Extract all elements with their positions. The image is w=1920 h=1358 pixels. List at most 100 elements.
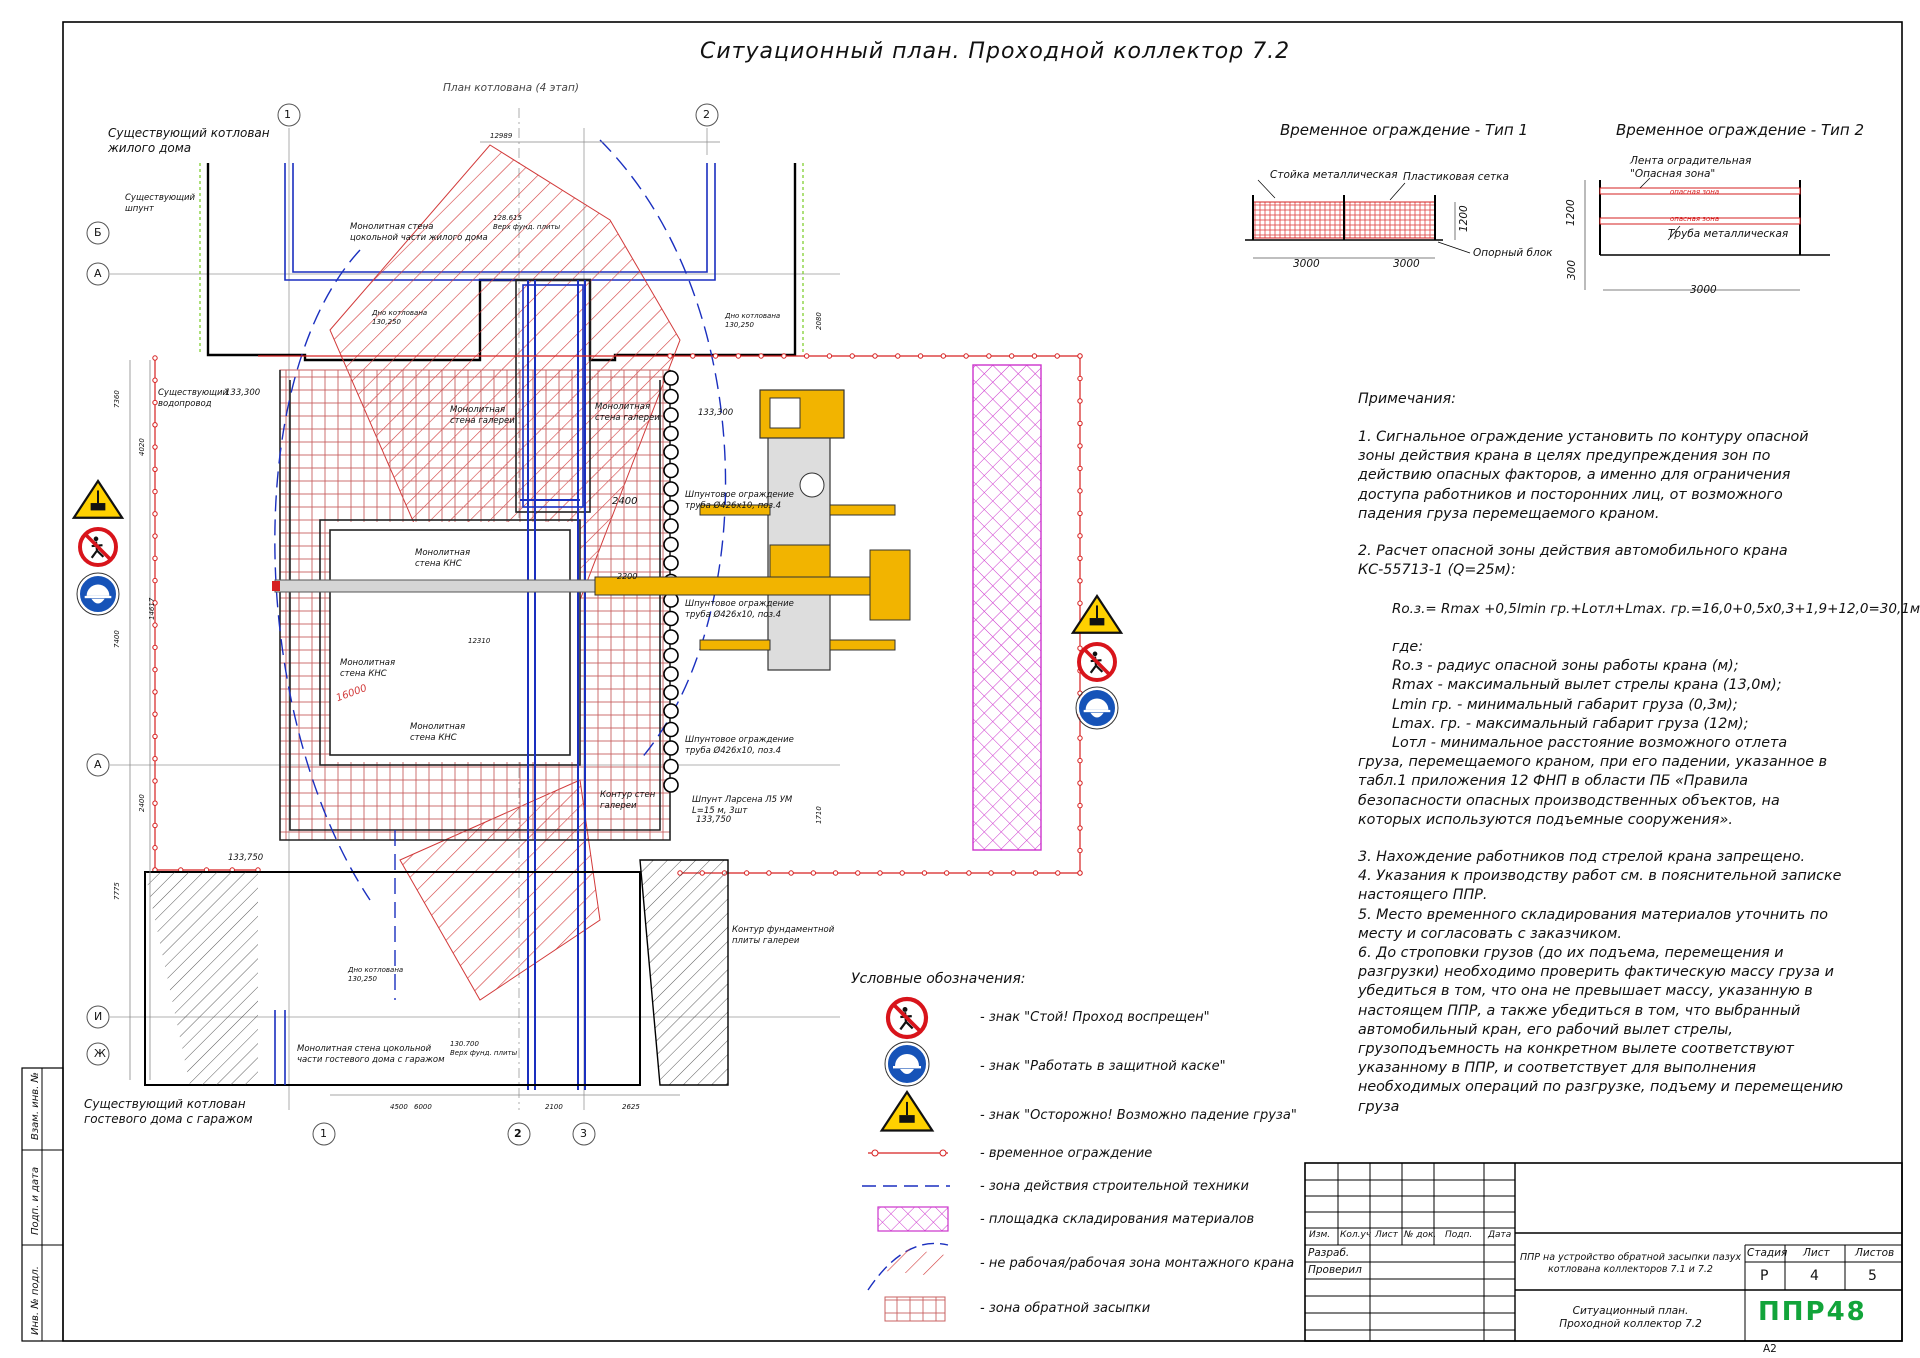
fence-post bbox=[1077, 735, 1083, 741]
fence-post bbox=[1077, 802, 1083, 809]
no-entry-sign-legend bbox=[885, 996, 929, 1040]
fence-post bbox=[152, 399, 158, 406]
fence-post bbox=[152, 466, 158, 473]
label-existing-pit-residential: Существующий котлован жилого дома bbox=[108, 126, 270, 155]
label-bottom-pit-3: Дно котлована 130,250 bbox=[348, 966, 404, 983]
stamp-sheet: 4 bbox=[1810, 1268, 1819, 1284]
fence-post bbox=[832, 870, 839, 876]
legend-item-storage: - площадка складирования материалов bbox=[980, 1212, 1255, 1227]
fence-post bbox=[690, 353, 696, 359]
note-2: 2. Расчет опасной зоны действия автомоби… bbox=[1358, 543, 1788, 579]
label-top-slab-1: 128.615 Верх фунд. плиты bbox=[493, 214, 561, 231]
legend-heading: Условные обозначения: bbox=[851, 971, 1026, 987]
label-larssen: Шпунт Ларсена Л5 УМ L=15 м, 3шт bbox=[692, 795, 793, 816]
fence-post bbox=[152, 622, 158, 628]
label-top-slab-2: 130.700 Верх фунд. плиты bbox=[450, 1040, 518, 1057]
axis-1-top: 1 bbox=[284, 108, 291, 121]
fence-post bbox=[803, 353, 810, 359]
fence-dim-300: 300 bbox=[1566, 259, 1578, 280]
dim-6000: 6000 bbox=[414, 1103, 432, 1111]
fence-mesh-label: Пластиковая сетка bbox=[1403, 171, 1509, 183]
label-gallery-contour: Контур стен галереи bbox=[600, 790, 656, 811]
fence-post bbox=[781, 353, 787, 359]
fence-post bbox=[1077, 398, 1083, 404]
fence-post bbox=[921, 870, 928, 876]
axis-3-bottom: 3 bbox=[580, 1127, 587, 1140]
label-kns-wall-3: Монолитная стена КНС bbox=[410, 722, 466, 743]
dim-2100: 2100 bbox=[545, 1103, 563, 1111]
fence-post bbox=[963, 353, 969, 359]
label-bottom-pit-1: Дно котлована 130,250 bbox=[372, 309, 428, 326]
fence-post bbox=[152, 422, 158, 428]
pile-pipe bbox=[663, 481, 679, 497]
dim-7400: 7400 bbox=[113, 630, 121, 648]
legend-item-no-entry: - знак "Стой! Проход воспрещен" bbox=[980, 1010, 1210, 1025]
notes-heading: Примечания: bbox=[1358, 391, 1456, 407]
storage-area bbox=[972, 364, 1042, 851]
axis-2-bottom: 2 bbox=[514, 1127, 522, 1140]
fence-post bbox=[1077, 780, 1083, 786]
dim-7775: 7775 bbox=[113, 882, 121, 900]
label-gallery-wall-1: Монолитная стена галереи bbox=[450, 405, 515, 426]
axis-a-lower: А bbox=[94, 758, 102, 771]
fence-post bbox=[667, 353, 673, 359]
fence-post bbox=[1077, 443, 1083, 449]
dim-12989: 12989 bbox=[490, 132, 513, 140]
axis-2-top: 2 bbox=[703, 108, 710, 121]
side-stamp bbox=[21, 1067, 64, 1342]
label-monolith-wall-guest: Монолитная стена цокольной части гостево… bbox=[297, 1044, 445, 1065]
fence-post bbox=[877, 870, 883, 876]
dim-7360: 7360 bbox=[113, 390, 121, 408]
pile-pipe bbox=[663, 666, 679, 682]
label-monolith-wall-basement: Монолитная стена цокольной части жилого … bbox=[350, 222, 488, 243]
axis-a: А bbox=[94, 267, 102, 280]
fence-zone-text-1: опасная зона bbox=[1670, 188, 1720, 196]
fence-post bbox=[1077, 555, 1083, 562]
note-w5: Lотл - минимальное расстояние возможного… bbox=[1358, 735, 1827, 828]
fence-post bbox=[1077, 420, 1083, 427]
note-formula: Rо.з.= Rmax +0,5lmin гр.+Lотл+Lmax. гр.=… bbox=[1392, 601, 1920, 617]
pile-pipe bbox=[663, 425, 679, 442]
fence-post bbox=[1032, 870, 1039, 876]
stamp-col-izm: Изм. bbox=[1309, 1230, 1331, 1240]
dim-1710: 1710 bbox=[815, 806, 823, 824]
fence-zone-text-2: опасная зона bbox=[1670, 215, 1720, 223]
legend-item-falling-load: - знак "Осторожно! Возможно падение груз… bbox=[980, 1108, 1297, 1123]
dim-2080: 2080 bbox=[815, 312, 823, 330]
stamp-col-sign: Подп. bbox=[1445, 1230, 1473, 1240]
fence-post bbox=[1077, 847, 1083, 854]
fence-post bbox=[152, 666, 158, 673]
stamp-col-doc: № док. bbox=[1404, 1230, 1437, 1240]
dim-12310: 12310 bbox=[468, 637, 491, 645]
fence-post bbox=[152, 822, 158, 829]
pile-pipe bbox=[663, 462, 679, 479]
fence-post bbox=[1008, 353, 1015, 359]
label-existing-pit-guest: Существующий котлован гостевого дома с г… bbox=[84, 1097, 253, 1126]
fence-post bbox=[152, 533, 158, 539]
stamp-role-checker: Проверил bbox=[1308, 1264, 1362, 1276]
fence-post bbox=[966, 870, 972, 876]
note-1: 1. Сигнальное ограждение установить по к… bbox=[1358, 429, 1809, 522]
label-existing-water: Существующий водопровод bbox=[158, 388, 229, 409]
company-logo: ППР48 bbox=[1758, 1297, 1867, 1327]
fence-post bbox=[940, 353, 947, 359]
drawing-sheet: Ситуационный план. Проходной коллектор 7… bbox=[0, 0, 1920, 1358]
plan-subtitle: План котлована (4 этап) bbox=[443, 82, 579, 94]
legend-item-crane-zone: - не рабочая/рабочая зона монтажного кра… bbox=[980, 1256, 1295, 1271]
fence-post bbox=[152, 689, 158, 695]
fence-post bbox=[1077, 375, 1083, 382]
legend-symbols bbox=[862, 1149, 950, 1322]
fence-post bbox=[1077, 757, 1083, 764]
fence-post bbox=[1010, 870, 1017, 876]
fence-post bbox=[1077, 578, 1083, 584]
axis-zh: Ж bbox=[94, 1047, 106, 1060]
fence-post bbox=[810, 870, 817, 876]
fence-post bbox=[152, 555, 158, 562]
note-w1: Rо.з - радиус опасной зоны работы крана … bbox=[1392, 658, 1739, 674]
helmet-sign-left bbox=[76, 572, 120, 616]
fence-post bbox=[826, 353, 833, 359]
fence-post bbox=[1077, 488, 1083, 494]
fence-post bbox=[1054, 353, 1060, 359]
note-w2: Rmax - максимальный вылет стрелы крана (… bbox=[1392, 677, 1782, 693]
fence-post bbox=[152, 377, 158, 383]
